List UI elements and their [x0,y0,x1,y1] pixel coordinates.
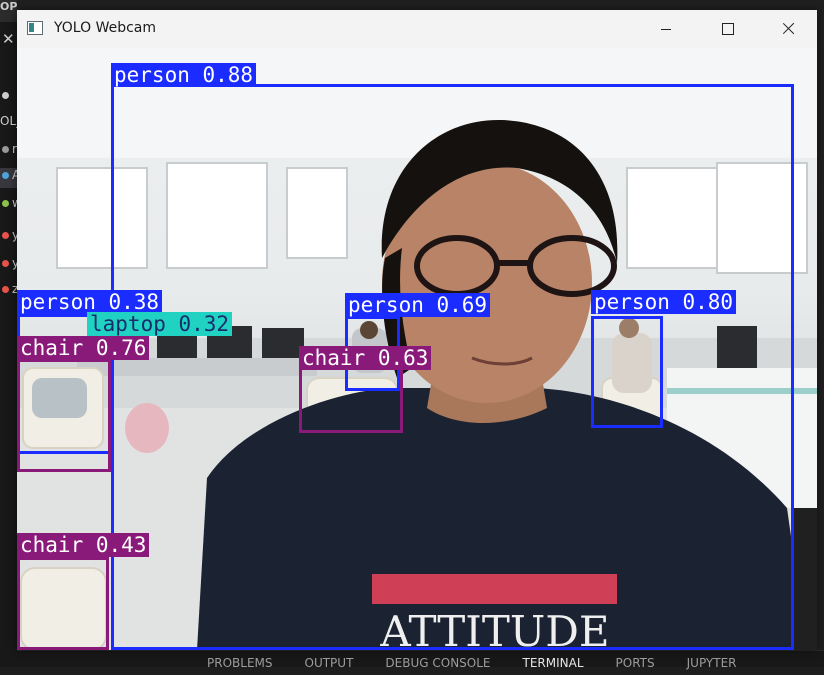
detection-box-chair [17,557,109,650]
detection-label: laptop 0.32 [87,312,233,336]
tab-output[interactable]: OUTPUT [305,651,354,670]
minimize-button[interactable] [637,10,695,48]
detection-label: person 0.69 [345,293,491,317]
detection-box-chair [17,359,111,472]
detection-box-person [111,84,794,650]
foreground-edge [791,508,817,650]
ide-file-item[interactable]: w [0,196,17,216]
tab-ports[interactable]: PORTS [616,651,655,670]
maximize-button[interactable] [699,10,757,48]
ide-file-item[interactable]: OL_ [0,114,17,134]
close-icon[interactable]: ✕ [2,30,15,48]
ide-file-item[interactable]: y [0,228,17,248]
yolo-webcam-window: YOLO Webcam ATTITUDE person 0.88 person … [17,10,817,650]
webcam-feed: ATTITUDE person 0.88 person 0.38 laptop … [17,48,817,650]
ide-dirty-dot-icon [0,88,17,108]
close-button[interactable] [759,10,817,48]
detection-label: person 0.88 [111,63,257,87]
ide-panel-tabs: PROBLEMS OUTPUT DEBUG CONSOLE TERMINAL P… [17,650,824,670]
tab-problems[interactable]: PROBLEMS [207,651,273,670]
detection-label: chair 0.76 [17,336,150,360]
detection-label: person 0.38 [17,290,163,314]
detection-box-person [591,316,663,428]
ide-file-item[interactable]: z [0,282,17,302]
ide-file-item[interactable]: A [0,168,17,188]
tab-terminal[interactable]: TERMINAL [523,651,584,670]
detection-label: chair 0.63 [299,346,432,370]
detection-label: chair 0.43 [17,533,150,557]
ide-file-item[interactable]: r [0,142,17,162]
detection-label: person 0.80 [591,290,737,314]
ide-sidebar: OPEN EDITORS ✕ OL_ r A w y y z [0,0,17,667]
window-title: YOLO Webcam [54,20,157,36]
ide-right-edge [816,12,824,652]
tab-debug-console[interactable]: DEBUG CONSOLE [385,651,490,670]
app-icon [27,21,43,35]
open-editors-header: OPEN EDITORS [0,0,17,22]
window-titlebar[interactable]: YOLO Webcam [17,10,817,48]
tab-jupyter[interactable]: JUPYTER [687,651,737,670]
ide-file-item[interactable]: y [0,256,17,276]
